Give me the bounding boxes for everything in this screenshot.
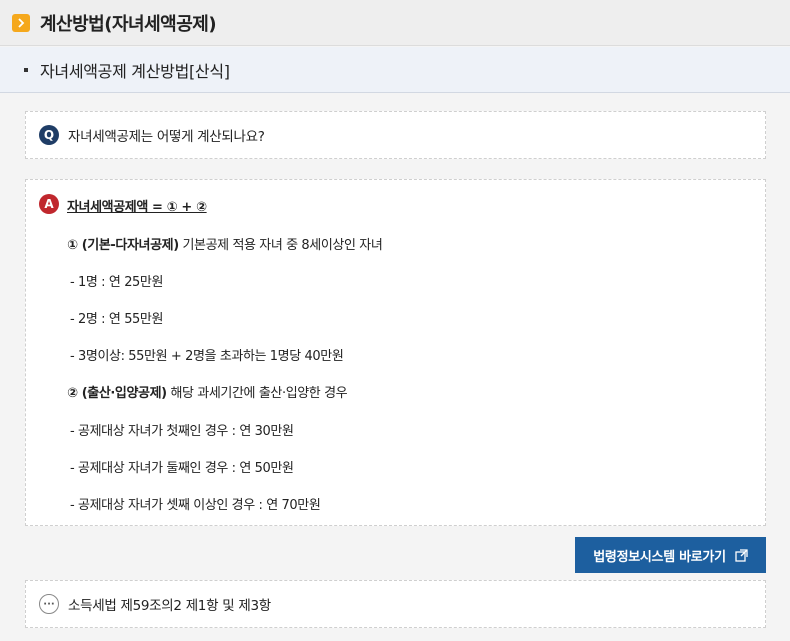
item2-line: - 공제대상 자녀가 둘째인 경우 : 연 50만원 (70, 461, 294, 476)
item1-line: - 3명이상: 55만원 + 2명을 초과하는 1명당 40만원 (70, 349, 344, 364)
item2-line: - 공제대상 자녀가 첫째인 경우 : 연 30만원 (70, 424, 294, 439)
item1-line: - 2명 : 연 55만원 (70, 312, 164, 327)
page-title: 계산방법(자녀세액공제) (40, 13, 217, 35)
item1-line: - 1명 : 연 25만원 (70, 275, 164, 290)
item1-heading: ① (기본-다자녀공제) 기본공제 적용 자녀 중 8세이상인 자녀 (67, 234, 383, 253)
law-info-system-link-button[interactable]: 법령정보시스템 바로가기 (575, 537, 766, 573)
reference-text: 소득세법 제59조의2 제1항 및 제3항 (68, 598, 271, 614)
question-box: Q 자녀세액공제는 어떻게 계산되나요? (25, 111, 766, 159)
chevron-right-icon (12, 13, 30, 32)
answer-heading: 자녀세액공제액 = ① + ② (67, 200, 207, 215)
bullet-icon (24, 67, 28, 72)
answer-badge-icon: A (39, 194, 59, 214)
section-title: 자녀세액공제 계산방법[산식] (40, 61, 230, 81)
item1-desc: 기본공제 적용 자녀 중 8세이상인 자녀 (178, 238, 383, 253)
item2-heading: ② (출산·입양공제) 해당 과세기간에 출산·입양한 경우 (67, 382, 348, 401)
law-button-label: 법령정보시스템 바로가기 (593, 549, 726, 565)
reference-box: ··· 소득세법 제59조의2 제1항 및 제3항 (25, 580, 766, 628)
question-text: 자녀세액공제는 어떻게 계산되나요? (68, 129, 265, 145)
page-header: 계산방법(자녀세액공제) (0, 0, 790, 46)
item2-title: ② (출산·입양공제) (67, 386, 167, 401)
more-icon: ··· (39, 594, 59, 614)
item1-title: ① (기본-다자녀공제) (67, 238, 179, 253)
answer-box: A 자녀세액공제액 = ① + ② ① (기본-다자녀공제) 기본공제 적용 자… (25, 179, 766, 526)
section-header: 자녀세액공제 계산방법[산식] (0, 47, 790, 93)
item2-desc: 해당 과세기간에 출산·입양한 경우 (166, 386, 348, 401)
question-badge-icon: Q (39, 125, 59, 145)
item2-line: - 공제대상 자녀가 셋째 이상인 경우 : 연 70만원 (70, 498, 321, 513)
external-link-icon (735, 548, 748, 562)
